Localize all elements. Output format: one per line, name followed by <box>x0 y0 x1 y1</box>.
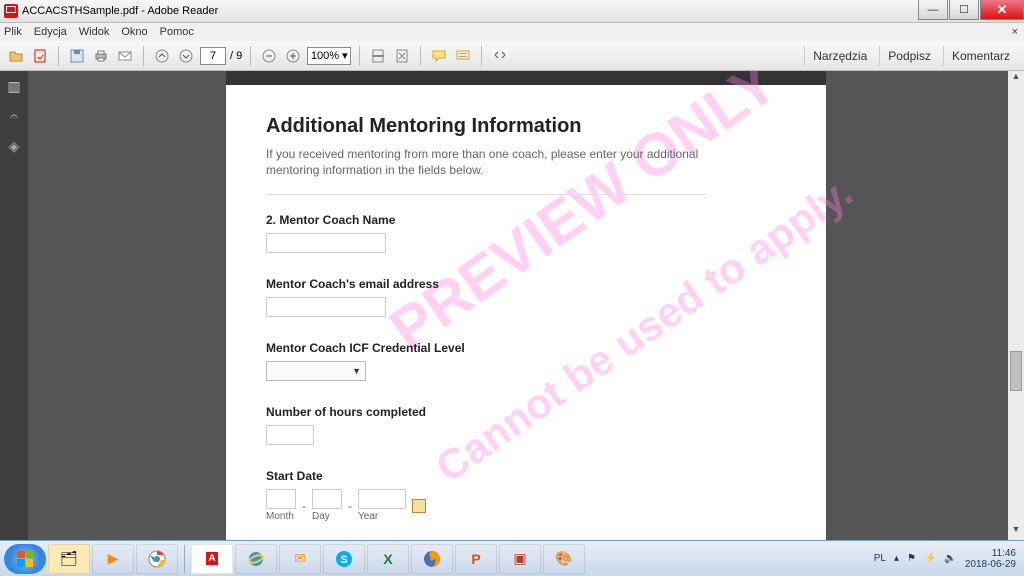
taskbar-adobe[interactable]: A <box>191 544 233 574</box>
page-up-icon[interactable] <box>152 46 172 66</box>
separator <box>143 46 144 66</box>
taskbar-powerpoint[interactable]: P <box>455 544 497 574</box>
month-caption: Month <box>266 511 294 522</box>
system-tray: PL ▴ ⚑ ⚡ 🔈 11:46 2018-06-29 <box>874 548 1020 570</box>
page-title: Additional Mentoring Information <box>266 115 786 138</box>
start-date-label: Start Date <box>266 469 786 483</box>
menu-window[interactable]: Okno <box>121 26 147 38</box>
hours-label: Number of hours completed <box>266 405 786 419</box>
scroll-up-icon[interactable]: ▲ <box>1008 71 1024 87</box>
separator <box>250 46 251 66</box>
mentor-name-input[interactable] <box>266 233 386 253</box>
separator <box>359 46 360 66</box>
tools-link[interactable]: Narzędzia <box>804 46 875 66</box>
menu-file[interactable]: Plik <box>4 26 22 38</box>
comment-icon[interactable] <box>429 46 449 66</box>
toolbar: / 9 100% ▾ Narzędzia Podpisz Komentarz <box>0 41 1024 71</box>
page-down-icon[interactable] <box>176 46 196 66</box>
menu-edit[interactable]: Edycja <box>34 26 67 38</box>
credential-level-label: Mentor Coach ICF Credential Level <box>266 341 786 355</box>
export-pdf-icon[interactable] <box>30 46 50 66</box>
mentor-name-label: 2. Mentor Coach Name <box>266 213 786 227</box>
hours-input[interactable] <box>266 425 314 445</box>
mentor-email-label: Mentor Coach's email address <box>266 277 786 291</box>
taskbar-media[interactable]: ▶ <box>92 544 134 574</box>
read-mode-icon[interactable] <box>490 46 510 66</box>
maximize-button[interactable]: ☐ <box>949 0 979 20</box>
highlight-icon[interactable] <box>453 46 473 66</box>
doc-close-button[interactable]: × <box>1012 26 1024 38</box>
scrollbar-thumb[interactable] <box>1010 351 1022 391</box>
zoom-out-icon[interactable] <box>259 46 279 66</box>
window-titlebar: ACCACSTHSample.pdf - Adobe Reader — ☐ ✕ <box>0 0 1024 23</box>
mentor-email-input[interactable] <box>266 297 386 317</box>
start-year-input[interactable] <box>358 489 406 509</box>
tray-action-center-icon[interactable]: ⚑ <box>907 553 916 564</box>
zoom-in-icon[interactable] <box>283 46 303 66</box>
page-description: If you received mentoring from more than… <box>266 146 706 178</box>
taskbar-firefox[interactable] <box>411 544 453 574</box>
scroll-down-icon[interactable]: ▼ <box>1008 524 1024 540</box>
svg-text:S: S <box>340 554 347 566</box>
day-caption: Day <box>312 511 330 522</box>
taskbar-explorer[interactable]: 🗂 <box>48 544 90 574</box>
minimize-button[interactable]: — <box>918 0 948 20</box>
tray-volume-icon[interactable]: 🔈 <box>944 553 956 564</box>
start-day-input[interactable] <box>312 489 342 509</box>
separator <box>58 46 59 66</box>
fit-width-icon[interactable] <box>368 46 388 66</box>
layers-icon[interactable]: ◈ <box>5 137 23 155</box>
clock[interactable]: 11:46 2018-06-29 <box>965 548 1016 570</box>
save-icon[interactable] <box>67 46 87 66</box>
task-separator <box>184 545 185 573</box>
taskbar-excel[interactable]: X <box>367 544 409 574</box>
thumbnails-icon[interactable]: ▥ <box>5 77 23 95</box>
separator <box>420 46 421 66</box>
app-icon <box>4 4 18 18</box>
scrollbar-track[interactable] <box>1008 71 1024 540</box>
tray-power-icon[interactable]: ⚡ <box>924 553 936 564</box>
zoom-level[interactable]: 100% ▾ <box>307 47 351 65</box>
taskbar-ie[interactable] <box>235 544 277 574</box>
divider <box>266 194 706 195</box>
taskbar-application[interactable]: ▣ <box>499 544 541 574</box>
open-icon[interactable] <box>6 46 26 66</box>
taskbar: 🗂 ▶ A ✉ S X P ▣ 🎨 PL ▴ ⚑ ⚡ 🔈 11:46 2018-… <box>0 540 1024 576</box>
side-panel: ▥ 𝄐 ◈ <box>0 71 28 540</box>
menu-help[interactable]: Pomoc <box>160 26 194 38</box>
document-viewport: PREVIEW ONLY Cannot be used to apply. Ad… <box>28 71 1024 540</box>
page-total: / 9 <box>230 50 242 62</box>
page-number-input[interactable] <box>200 47 226 65</box>
lang-indicator[interactable]: PL <box>874 553 886 564</box>
taskbar-paint[interactable]: 🎨 <box>543 544 585 574</box>
menu-view[interactable]: Widok <box>79 26 110 38</box>
taskbar-outlook[interactable]: ✉ <box>279 544 321 574</box>
calendar-icon[interactable] <box>412 499 426 513</box>
credential-level-select[interactable]: ▼ <box>266 361 366 381</box>
email-icon[interactable] <box>115 46 135 66</box>
menubar: Plik Edycja Widok Okno Pomoc × <box>0 23 1024 41</box>
print-icon[interactable] <box>91 46 111 66</box>
year-caption: Year <box>358 511 378 522</box>
close-button[interactable]: ✕ <box>980 0 1024 20</box>
fit-page-icon[interactable] <box>392 46 412 66</box>
tray-show-hidden-icon[interactable]: ▴ <box>894 553 899 564</box>
comment-link[interactable]: Komentarz <box>943 46 1018 66</box>
attachments-icon[interactable]: 𝄐 <box>5 107 23 125</box>
start-month-input[interactable] <box>266 489 296 509</box>
sign-link[interactable]: Podpisz <box>879 46 939 66</box>
start-button[interactable] <box>4 544 46 574</box>
separator <box>481 46 482 66</box>
taskbar-chrome[interactable] <box>136 544 178 574</box>
window-title: ACCACSTHSample.pdf - Adobe Reader <box>22 5 218 17</box>
taskbar-skype[interactable]: S <box>323 544 365 574</box>
